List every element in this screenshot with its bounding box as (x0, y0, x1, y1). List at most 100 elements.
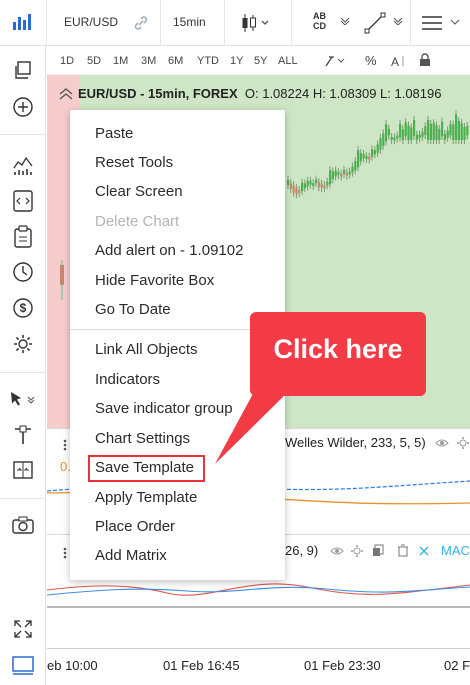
range-3m[interactable]: 3M (141, 55, 156, 67)
candle (373, 150, 376, 155)
add-icon[interactable] (12, 96, 34, 118)
draw-settings-icon[interactable] (323, 54, 347, 68)
dollar-icon[interactable]: $ (12, 297, 34, 319)
chevron-down-icon[interactable] (450, 19, 460, 27)
candle (326, 181, 329, 186)
settings-gear-icon[interactable] (456, 436, 470, 450)
layers-icon[interactable] (12, 60, 34, 82)
candle (379, 138, 382, 150)
candle (466, 125, 469, 136)
time-label: 01 Feb 16:45 (163, 658, 240, 673)
candle (292, 185, 295, 193)
candle (438, 129, 441, 140)
candle (399, 124, 402, 138)
candle (396, 135, 399, 139)
range-1d[interactable]: 1D (60, 55, 74, 67)
menu-item-place-order[interactable]: Place Order (95, 518, 175, 535)
chart-title: EUR/USD - 15min, FOREX (78, 86, 238, 101)
range-1y[interactable]: 1Y (230, 55, 243, 67)
logo-icon[interactable] (11, 12, 35, 34)
candle (334, 170, 337, 177)
crosshair-line-icon[interactable] (12, 424, 34, 446)
link-icon[interactable] (133, 15, 149, 31)
candle (368, 156, 371, 160)
drag-handle-icon[interactable] (63, 547, 67, 559)
candle (320, 183, 323, 188)
layout-icon[interactable] (11, 655, 35, 675)
menu-item-paste[interactable]: Paste (95, 125, 133, 142)
camera-icon[interactable] (11, 514, 35, 536)
svg-text:$: $ (20, 301, 27, 315)
candle (301, 182, 304, 192)
eye-icon[interactable] (435, 437, 449, 449)
candle (351, 166, 354, 173)
callout-bubble: Click here (250, 312, 426, 396)
candle (348, 171, 351, 175)
range-1m[interactable]: 1M (113, 55, 128, 67)
candle (429, 123, 432, 140)
candle (345, 172, 348, 176)
collapse-icon[interactable] (59, 88, 73, 100)
candle (312, 183, 315, 187)
eye-icon[interactable] (330, 545, 344, 557)
symbol-label[interactable]: EUR/USD (64, 15, 118, 29)
fullscreen-icon[interactable] (12, 618, 34, 640)
code-icon[interactable] (12, 189, 34, 213)
candle (452, 124, 455, 140)
candle (376, 144, 379, 153)
candle-type-icon[interactable] (241, 12, 271, 34)
cursor-icon[interactable] (8, 390, 38, 410)
indicator-2-label: 26, 9) (285, 543, 319, 558)
merge-icon[interactable] (12, 459, 34, 481)
candle (357, 150, 360, 168)
menu-item-chart-settings[interactable]: Chart Settings (95, 430, 190, 447)
menu-item-add-alert[interactable]: Add alert on - 1.09102 (95, 242, 243, 259)
compare-icon[interactable]: AB CD (313, 11, 326, 31)
copy-icon[interactable] (372, 544, 384, 557)
delete-icon[interactable] (397, 544, 409, 557)
chevron-down-icon[interactable] (393, 17, 403, 25)
time-axis[interactable]: eb 10:00 01 Feb 16:45 01 Feb 23:30 02 F (47, 648, 470, 685)
range-5y[interactable]: 5Y (254, 55, 267, 67)
candle (404, 122, 407, 137)
lock-icon[interactable] (419, 53, 431, 67)
percent-scale-icon[interactable]: % (365, 53, 377, 68)
menu-item-clear-screen[interactable]: Clear Screen (95, 183, 183, 200)
menu-item-go-to-date[interactable]: Go To Date (95, 301, 171, 318)
candle (359, 153, 362, 162)
auto-scale-icon[interactable]: A (390, 54, 406, 68)
time-label: eb 10:00 (47, 658, 98, 673)
drawing-line-icon[interactable] (364, 12, 386, 34)
interval-label[interactable]: 15min (173, 15, 206, 29)
indicators-icon[interactable] (12, 154, 34, 176)
menu-icon[interactable] (420, 14, 444, 32)
chevron-down-icon[interactable] (340, 17, 350, 25)
candle (315, 179, 318, 184)
candle (393, 137, 396, 141)
clock-icon[interactable] (12, 261, 34, 283)
menu-item-indicators[interactable]: Indicators (95, 371, 160, 388)
drag-handle-icon[interactable] (63, 439, 67, 451)
menu-item-reset-tools[interactable]: Reset Tools (95, 154, 173, 171)
menu-item-link-all-objects[interactable]: Link All Objects (95, 341, 198, 358)
candle (441, 121, 444, 137)
settings-gear-icon[interactable] (350, 544, 364, 558)
clipboard-icon[interactable] (12, 225, 34, 249)
candle (427, 119, 430, 140)
range-6m[interactable]: 6M (168, 55, 183, 67)
candle (289, 183, 292, 189)
settings-gear-icon[interactable] (12, 333, 34, 355)
candle (337, 172, 340, 176)
menu-item-hide-favorite-box[interactable]: Hide Favorite Box (95, 272, 214, 289)
candle (340, 173, 343, 177)
chart-legend: EUR/USD - 15min, FOREX O: 1.08224 H: 1.0… (78, 86, 441, 101)
candle (387, 128, 390, 136)
range-all[interactable]: ALL (278, 55, 298, 67)
range-ytd[interactable]: YTD (197, 55, 219, 67)
candle (446, 130, 449, 138)
close-icon[interactable] (419, 546, 429, 556)
range-bar: 1D 5D 1M 3M 6M YTD 1Y 5Y ALL % A (47, 47, 470, 75)
menu-item-apply-template[interactable]: Apply Template (95, 489, 197, 506)
menu-item-add-matrix[interactable]: Add Matrix (95, 547, 167, 564)
range-5d[interactable]: 5D (87, 55, 101, 67)
